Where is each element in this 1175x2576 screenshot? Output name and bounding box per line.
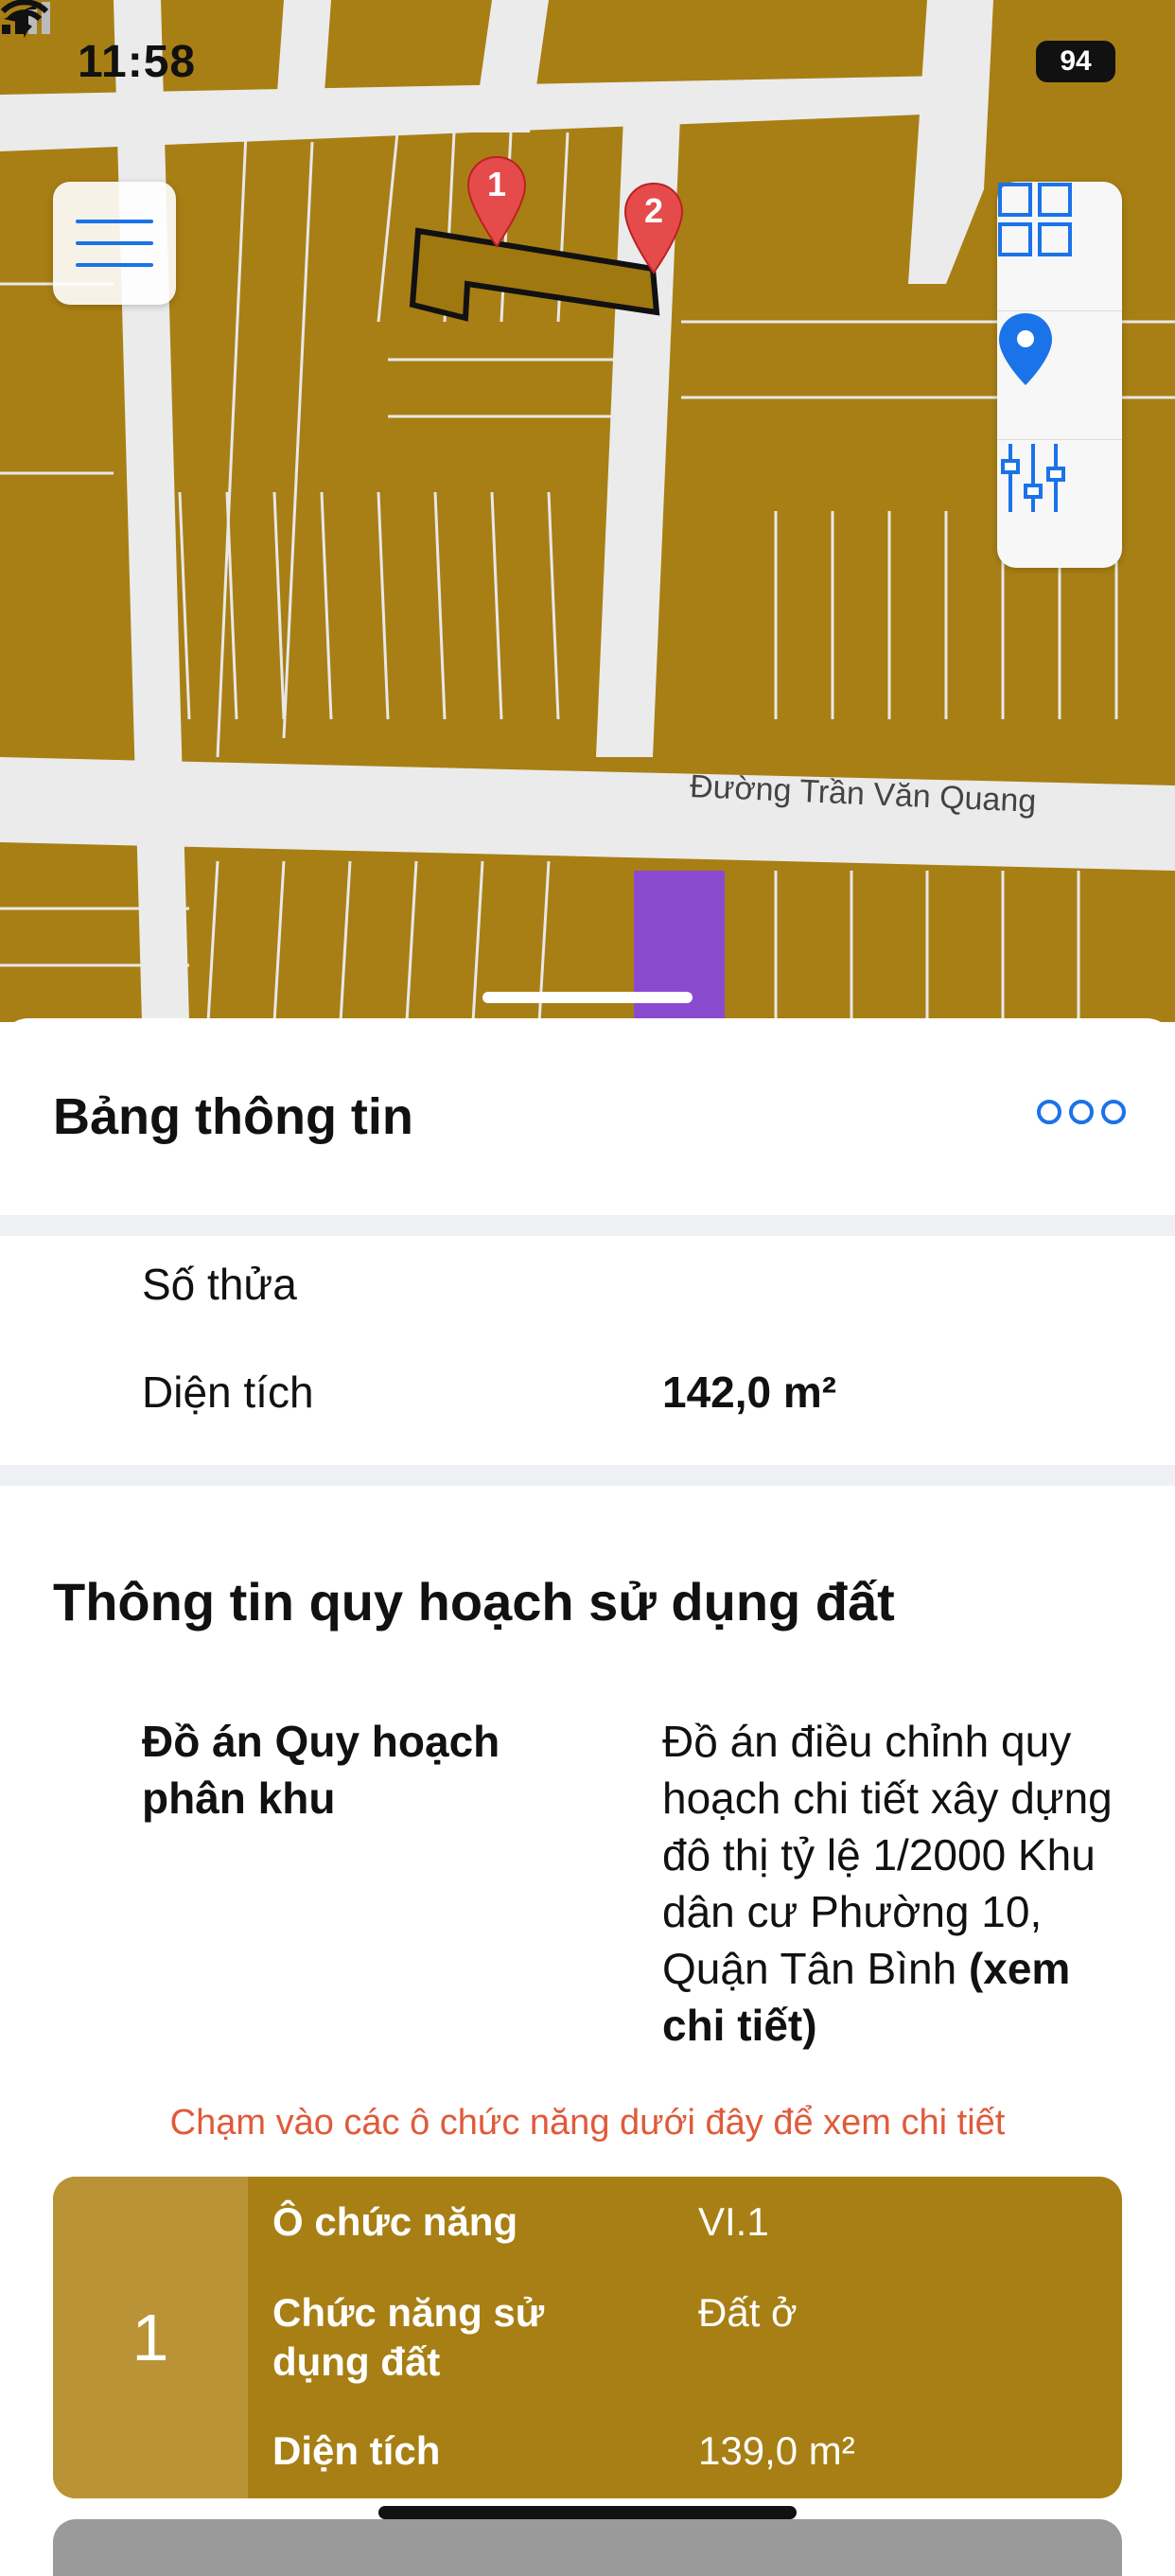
home-indicator: [378, 2506, 797, 2519]
status-time: 11:58: [78, 37, 197, 87]
function-card[interactable]: 1 Ô chức năng VI.1 Chức năng sử dụng đất…: [53, 2177, 1122, 2498]
o-chuc-nang-label: Ô chức năng: [272, 2199, 518, 2244]
function-card-next[interactable]: [53, 2519, 1122, 2576]
map-marker-label: 2: [643, 191, 664, 230]
more-button[interactable]: [1037, 1100, 1126, 1124]
sheet-header: Bảng thông tin: [0, 1018, 1175, 1215]
location-pin-icon: [999, 313, 1052, 385]
planning-section-title: Thông tin quy hoạch sử dụng đất: [53, 1572, 895, 1632]
sliders-icon: [1001, 444, 1065, 512]
plan-value: Đồ án điều chỉnh quy hoạch chi tiết xây …: [662, 1713, 1135, 2054]
sheet-drag-handle[interactable]: [482, 992, 693, 1003]
wifi-icon: [0, 0, 49, 34]
chuc-nang-label: Chức năng sử dụng đất: [272, 2290, 545, 2384]
location-button[interactable]: [997, 310, 1122, 440]
filter-button[interactable]: [997, 439, 1122, 569]
battery-indicator: 94: [1036, 41, 1115, 82]
status-bar: 11:58 94: [0, 0, 1175, 123]
card-index: 1: [53, 2177, 248, 2498]
map-tool-panel: [997, 182, 1122, 568]
dien-tich-value: 142,0 m²: [662, 1367, 837, 1417]
chuc-nang-value: Đất ở: [698, 2290, 798, 2335]
map-view[interactable]: Đường Trần Văn Quang 1 2 11:58 94: [0, 0, 1175, 1022]
divider: [0, 1215, 1175, 1236]
o-chuc-nang-value: VI.1: [698, 2199, 769, 2244]
so-thua-label: Số thửa: [142, 1260, 297, 1309]
card-dien-tich-label: Diện tích: [272, 2428, 441, 2473]
divider: [0, 1465, 1175, 1486]
more-dots-icon: [1037, 1100, 1126, 1124]
card-dien-tich-value: 139,0 m²: [698, 2428, 855, 2473]
map-marker-label: 1: [486, 165, 507, 203]
dien-tich-label: Diện tích: [142, 1367, 314, 1417]
menu-button[interactable]: [53, 182, 176, 305]
layers-grid-button[interactable]: [997, 182, 1122, 310]
plan-label: Đồ án Quy hoạch phân khu: [142, 1717, 500, 1823]
hint-text: Chạm vào các ô chức năng dưới đây để xem…: [169, 2103, 1006, 2143]
grid-icon: [998, 183, 1072, 256]
sheet-title: Bảng thông tin: [53, 1088, 413, 1145]
